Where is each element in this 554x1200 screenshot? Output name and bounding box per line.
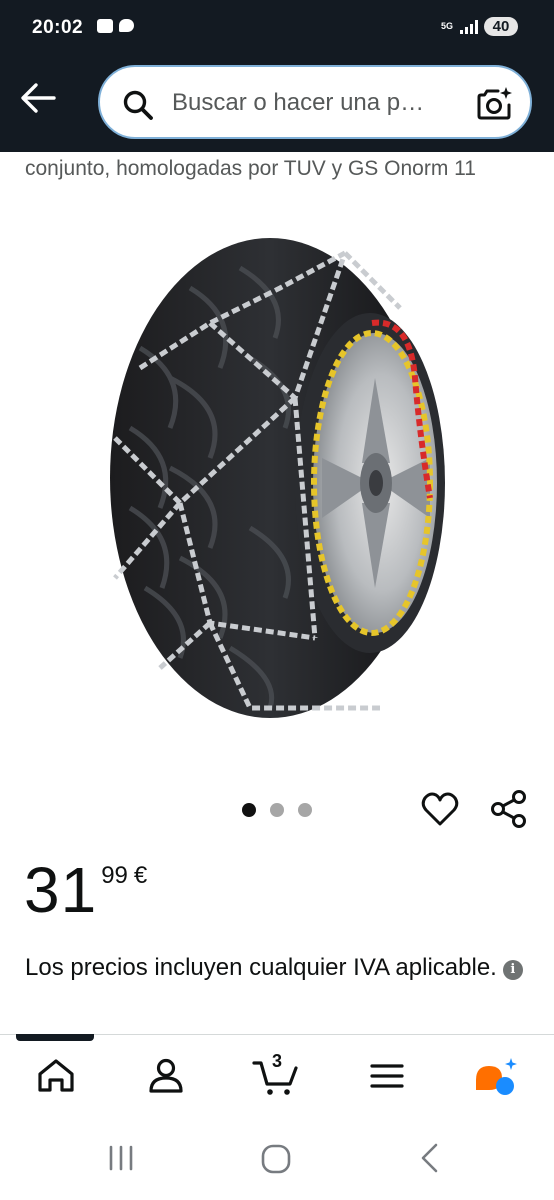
nav-cart[interactable]: 3 bbox=[252, 1051, 298, 1098]
nav-menu[interactable] bbox=[365, 1054, 409, 1098]
heart-icon[interactable] bbox=[420, 790, 460, 828]
share-icon[interactable] bbox=[489, 789, 529, 829]
image-carousel-dots bbox=[242, 803, 312, 817]
app-header: 20:02 5G 40 bbox=[0, 0, 554, 152]
battery-level: 40 bbox=[484, 17, 518, 36]
status-notification-icons bbox=[97, 19, 134, 33]
notification-icon bbox=[97, 19, 113, 33]
rufus-icon bbox=[476, 1058, 517, 1095]
nav-account[interactable] bbox=[144, 1054, 188, 1098]
chat-bubble-icon bbox=[119, 19, 134, 32]
carousel-dot[interactable] bbox=[242, 803, 256, 817]
carousel-dot[interactable] bbox=[270, 803, 284, 817]
tax-note-text: Los precios incluyen cualquier IVA aplic… bbox=[25, 954, 497, 981]
price-whole: 31 bbox=[24, 854, 98, 926]
arrow-left-icon bbox=[21, 83, 56, 113]
back-button[interactable] bbox=[18, 80, 58, 116]
search-icon bbox=[123, 90, 153, 120]
tax-note: Los precios incluyen cualquier IVA aplic… bbox=[25, 950, 525, 985]
menu-icon bbox=[370, 1064, 404, 1088]
status-indicators: 5G 40 bbox=[440, 17, 518, 36]
info-icon[interactable]: i bbox=[502, 960, 523, 980]
nav-rufus[interactable] bbox=[472, 1054, 517, 1098]
signal-icon bbox=[460, 19, 478, 34]
carousel-dot[interactable] bbox=[298, 803, 312, 817]
system-home-icon[interactable] bbox=[261, 1144, 291, 1174]
price-currency: € bbox=[133, 862, 148, 889]
system-back-icon[interactable] bbox=[418, 1142, 442, 1174]
price-fraction: 99 bbox=[101, 862, 128, 889]
account-icon bbox=[149, 1058, 183, 1093]
search-bar[interactable] bbox=[98, 65, 532, 139]
bottom-nav: 3 bbox=[0, 1042, 554, 1112]
network-type: 5G bbox=[440, 21, 453, 31]
nav-home[interactable] bbox=[34, 1054, 78, 1098]
active-tab-indicator bbox=[16, 1034, 94, 1041]
cart-count: 3 bbox=[272, 1051, 283, 1071]
product-image[interactable] bbox=[100, 228, 456, 738]
camera-sparkle-icon[interactable] bbox=[476, 85, 514, 123]
product-description-tail: conjunto, homologadas por TUV y GS Onorm… bbox=[25, 157, 476, 180]
home-icon bbox=[38, 1059, 74, 1092]
status-time: 20:02 bbox=[32, 17, 84, 38]
search-input[interactable] bbox=[172, 85, 462, 121]
recent-apps-icon[interactable] bbox=[106, 1144, 136, 1172]
product-price: 31 99 € bbox=[24, 852, 147, 928]
system-navigation-bar bbox=[0, 1120, 554, 1200]
